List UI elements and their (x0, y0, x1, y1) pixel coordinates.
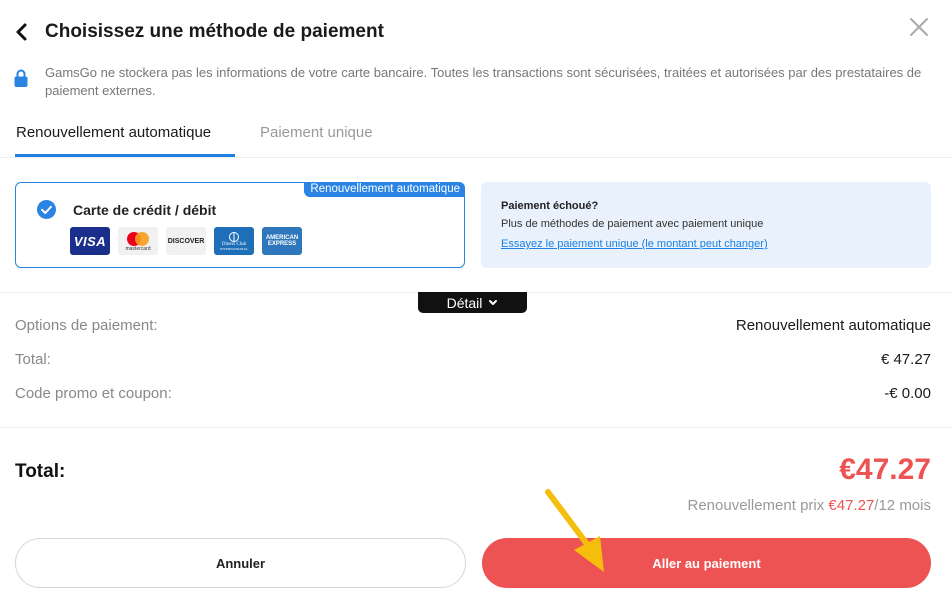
payment-failed-subtitle: Plus de méthodes de paiement avec paieme… (501, 218, 764, 230)
total-label: Total: (15, 461, 66, 482)
page-title: Choisissez une méthode de paiement (45, 21, 384, 42)
visa-logo: VISA (70, 227, 110, 255)
modal-header: Choisissez une méthode de paiement (0, 0, 952, 64)
chevron-left-icon[interactable] (14, 22, 30, 42)
auto-renewal-badge: Renouvellement automatique (304, 182, 465, 197)
close-icon[interactable] (908, 16, 930, 38)
payment-method-label: Carte de crédit / débit (73, 202, 217, 218)
payment-type-tabs: Renouvellement automatique Paiement uniq… (0, 114, 952, 158)
check-circle-icon (37, 200, 56, 219)
card-logos: VISA mastercard DISCOVER Diners Club INT… (70, 227, 302, 255)
total-amount: €47.27 (839, 453, 931, 486)
summary-label: Options de paiement: (15, 317, 158, 334)
mastercard-circles-icon (127, 231, 149, 246)
active-tab-indicator (15, 154, 235, 157)
payment-failed-box: Paiement échoué? Plus de méthodes de pai… (481, 182, 931, 268)
diners-circle-icon (229, 231, 239, 242)
chevron-down-icon (489, 299, 498, 305)
renewal-prefix: Renouvellement prix (687, 497, 829, 514)
summary-value: -€ 0.00 (884, 385, 931, 402)
summary-label: Code promo et coupon: (15, 385, 172, 402)
renewal-price-text: Renouvellement prix €47.27/12 mois (688, 497, 932, 514)
summary-label: Total: (15, 351, 51, 368)
summary-value: € 47.27 (880, 351, 931, 368)
card-payment-method[interactable]: Renouvellement automatique Carte de créd… (15, 182, 465, 268)
detail-toggle-button[interactable]: Détail (418, 292, 527, 313)
tab-auto-renewal[interactable]: Renouvellement automatique (16, 124, 211, 141)
cancel-button[interactable]: Annuler (15, 538, 466, 588)
renewal-price: €47.27 (828, 497, 875, 514)
mastercard-logo: mastercard (118, 227, 158, 255)
detail-toggle-label: Détail (446, 294, 483, 311)
diners-club-logo: Diners Club INTERNATIONAL (214, 227, 254, 255)
security-notice-text: GamsGo ne stockera pas les informations … (45, 65, 922, 98)
renewal-suffix: /12 mois (874, 497, 931, 514)
amex-logo: AMERICAN EXPRESS (262, 227, 302, 255)
divider (0, 427, 952, 428)
try-one-time-payment-link[interactable]: Essayez le paiement unique (le montant p… (501, 238, 768, 250)
diners-wordmark-bottom: INTERNATIONAL (220, 246, 248, 251)
tab-one-time-payment[interactable]: Paiement unique (260, 124, 373, 141)
payment-failed-title: Paiement échoué? (501, 200, 599, 212)
summary-value: Renouvellement automatique (735, 317, 931, 334)
go-to-payment-button[interactable]: Aller au paiement (482, 538, 931, 588)
amex-wordmark-bottom: EXPRESS (267, 241, 297, 247)
lock-icon (14, 69, 28, 87)
mastercard-wordmark: mastercard (125, 245, 151, 252)
discover-logo: DISCOVER (166, 227, 206, 255)
